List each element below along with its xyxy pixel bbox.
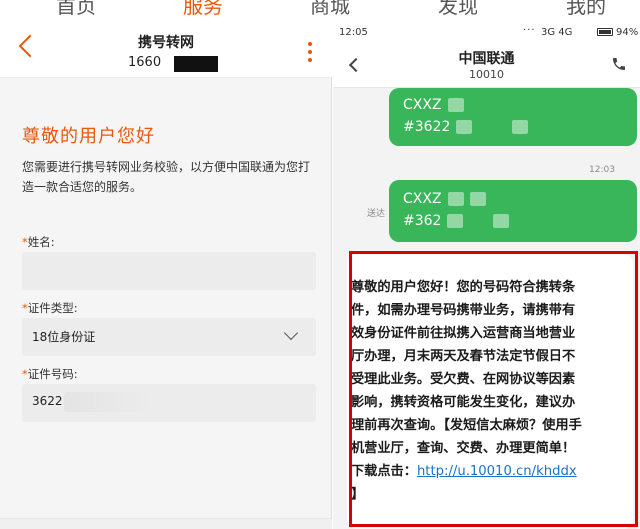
more-menu-icon[interactable] — [308, 42, 312, 62]
nav-item-discover[interactable]: 发现 — [438, 0, 478, 18]
phone-call-icon[interactable] — [611, 56, 627, 72]
sent-message-bubble[interactable]: CXXZ #3622 — [389, 88, 637, 146]
id-number-input[interactable]: 3622 — [22, 384, 316, 422]
porting-form-panel: 携号转网 1660 尊敬的用户您好 您需要进行携号转网业务校验，以方便中国联通为… — [0, 18, 332, 529]
contact-number: 10010 — [469, 68, 504, 81]
top-nav: 首页 服务 商城 发现 我的 — [0, 0, 640, 18]
name-input[interactable] — [22, 252, 316, 290]
conversation-header: 中国联通 10010 — [333, 40, 640, 88]
id-type-field-label: *证件类型: — [22, 301, 78, 315]
contact-name: 中国联通 — [458, 51, 515, 67]
battery-icon — [597, 28, 613, 36]
id-type-select[interactable]: 18位身份证 — [22, 318, 316, 356]
status-time: 12:05 — [339, 27, 368, 38]
bottom-bar — [0, 518, 332, 529]
form-header: 携号转网 1660 — [0, 18, 332, 78]
delivered-label: 送达 — [367, 209, 386, 219]
nav-item-mine[interactable]: 我的 — [566, 0, 606, 18]
sent-message-bubble[interactable]: CXXZ #362 — [389, 180, 637, 242]
chevron-down-icon — [283, 325, 299, 341]
id-number-redaction — [64, 392, 154, 412]
greeting-heading: 尊敬的用户您好 — [22, 126, 155, 147]
notification-dots-icon: ··· — [523, 25, 536, 36]
status-bar: 12:05 ··· 3G 4G 94% — [333, 18, 640, 40]
nav-item-home[interactable]: 首页 — [56, 0, 96, 18]
nav-item-mall[interactable]: 商城 — [310, 0, 350, 18]
phone-number-prefix: 1660 — [128, 55, 162, 70]
id-number-field-label: *证件号码: — [22, 367, 78, 381]
form-description: 您需要进行携号转网业务校验，以方便中国联通为您打造一款合适您的服务。 — [22, 160, 311, 194]
phone-number-redaction — [174, 56, 218, 72]
page-title: 携号转网 — [138, 35, 194, 51]
battery-percent: 94% — [616, 27, 639, 38]
highlight-box — [349, 251, 638, 527]
message-timestamp: 12:03 — [589, 165, 615, 175]
name-field-label: *姓名: — [22, 235, 55, 249]
network-indicator: 3G 4G — [541, 27, 573, 38]
nav-item-service[interactable]: 服务 — [183, 0, 223, 18]
